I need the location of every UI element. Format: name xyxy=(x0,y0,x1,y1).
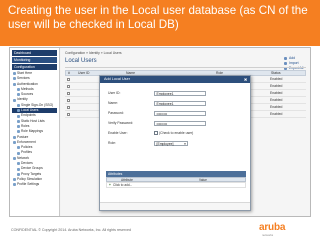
add-icon xyxy=(284,57,287,60)
endpoint-icon xyxy=(17,114,20,118)
dialog-footer xyxy=(100,202,250,210)
logo-tagline: networks xyxy=(262,233,274,237)
password-field[interactable]: ••••••••• xyxy=(154,110,206,116)
page-title: Local Users xyxy=(65,58,97,64)
simulation-icon xyxy=(13,178,16,182)
name-row: Name: Employee1 xyxy=(108,100,248,106)
shield-icon xyxy=(13,141,16,145)
status-cell: Enabled xyxy=(270,84,283,88)
device-group-icon xyxy=(17,167,20,171)
user-id-row: User ID: Employee1 xyxy=(108,90,248,96)
user-id-label: User ID: xyxy=(108,91,121,95)
slide-title: Creating the user in the Local user data… xyxy=(8,4,308,31)
close-icon[interactable]: ✖ xyxy=(243,77,248,82)
aruba-logo: aruba networks xyxy=(259,222,286,238)
sidebar: Dashboard Monitoring Configuration Start… xyxy=(10,48,60,216)
user-id-field[interactable]: Employee1 xyxy=(154,90,206,96)
dialog-header: Add Local User ✖ xyxy=(100,76,250,83)
slide: Creating the user in the Local user data… xyxy=(0,0,320,240)
enable-user-checkbox[interactable] xyxy=(154,131,158,135)
sso-icon xyxy=(17,103,20,107)
add-local-user-dialog: Add Local User ✖ User ID: Employee1 Name… xyxy=(99,75,251,211)
dialog-title: Add Local User xyxy=(104,77,130,81)
app-screenshot: Dashboard Monitoring Configuration Start… xyxy=(9,47,311,217)
device-icon xyxy=(17,162,20,166)
main-panel: Configuration » Identity » Local Users L… xyxy=(61,48,310,216)
list-icon xyxy=(17,119,20,123)
title-banner: Creating the user in the Local user data… xyxy=(0,0,320,46)
roles-icon xyxy=(17,125,20,129)
add-icon: + xyxy=(109,183,111,187)
password-row: Password: ••••••••• xyxy=(108,110,248,116)
services-icon xyxy=(13,77,16,81)
verify-password-row: Verify Password: ••••••••• xyxy=(108,120,248,126)
row-checkbox[interactable] xyxy=(67,92,70,95)
row-checkbox[interactable] xyxy=(67,85,70,88)
copyright-footer: CONFIDENTIAL © Copyright 2014. Aruba Net… xyxy=(11,228,131,232)
chevron-down-icon: ▼ xyxy=(183,141,187,146)
status-cell: Enabled xyxy=(270,98,283,102)
status-cell: Enabled xyxy=(270,91,283,95)
role-select[interactable]: [Employee] ▼ xyxy=(154,140,188,146)
name-label: Name: xyxy=(108,101,118,105)
methods-icon xyxy=(17,88,20,92)
add-attribute-label: Click to add... xyxy=(113,183,133,187)
users-icon xyxy=(17,109,20,113)
enable-user-row: Enable User: (Check to enable user) xyxy=(108,130,248,136)
import-icon xyxy=(284,62,287,65)
proxy-icon xyxy=(17,172,20,176)
action-links: Add Import Export All xyxy=(284,56,303,71)
database-icon xyxy=(17,93,20,97)
nav-tree: Start Here Services Authentication Metho… xyxy=(12,71,57,188)
nav-dashboard[interactable]: Dashboard xyxy=(12,50,57,56)
divider xyxy=(65,67,306,68)
nav-configuration[interactable]: Configuration xyxy=(12,64,57,70)
mapping-icon xyxy=(17,130,20,134)
enable-user-label: Enable User: xyxy=(108,131,128,135)
row-checkbox[interactable] xyxy=(67,113,70,116)
nav-monitoring[interactable]: Monitoring xyxy=(12,57,57,63)
status-cell: Enabled xyxy=(270,112,283,116)
role-select-value: [Employee] xyxy=(156,141,174,146)
verify-password-label: Verify Password: xyxy=(108,121,134,125)
profile-icon xyxy=(17,151,20,155)
flag-icon xyxy=(13,72,16,76)
verify-password-field[interactable]: ••••••••• xyxy=(154,120,206,126)
add-attribute-row[interactable]: + Click to add... xyxy=(106,182,246,188)
role-row: Role: [Employee] ▼ xyxy=(108,140,248,146)
breadcrumb[interactable]: Configuration » Identity » Local Users xyxy=(65,51,122,55)
network-icon xyxy=(13,156,16,160)
name-field[interactable]: Employee1 xyxy=(154,100,206,106)
row-checkbox[interactable] xyxy=(67,99,70,102)
logo-word: aruba xyxy=(259,222,286,233)
key-icon xyxy=(13,82,16,86)
status-cell: Enabled xyxy=(270,77,283,81)
user-icon xyxy=(13,98,16,102)
password-label: Password: xyxy=(108,111,124,115)
sidebar-item-profile-settings[interactable]: Profile Settings xyxy=(12,182,57,187)
policy-icon xyxy=(17,146,20,150)
row-checkbox[interactable] xyxy=(67,78,70,81)
role-label: Role: xyxy=(108,141,116,145)
status-cell: Enabled xyxy=(270,105,283,109)
row-checkbox[interactable] xyxy=(67,106,70,109)
enable-user-hint: (Check to enable user) xyxy=(159,131,194,135)
settings-icon xyxy=(13,183,16,187)
posture-icon xyxy=(13,135,16,139)
